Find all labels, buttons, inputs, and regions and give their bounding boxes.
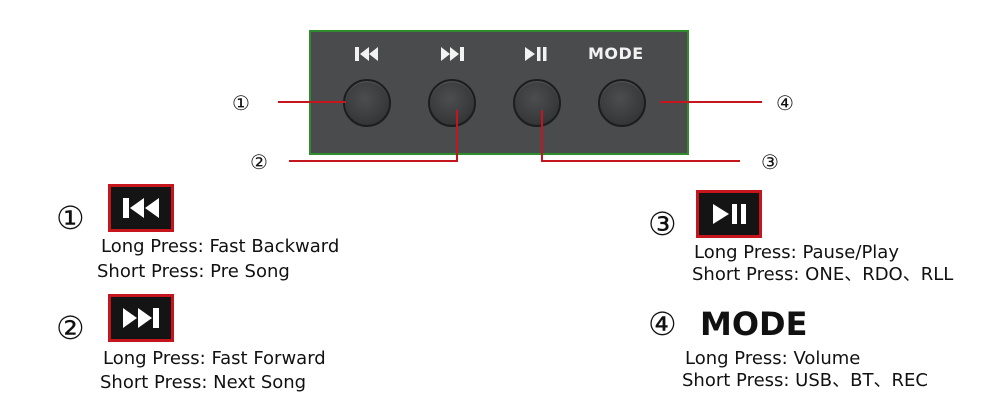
- play-pause-icon: [525, 47, 547, 61]
- callout-line-1: [278, 101, 346, 103]
- previous-button[interactable]: [343, 79, 391, 127]
- legend-3-short-press: Short Press: ONE、RDO、RLL: [692, 264, 954, 285]
- legend-number-2: ②: [56, 309, 85, 347]
- legend-4-short-press: Short Press: USB、BT、REC: [682, 370, 928, 391]
- legend-1-short-press: Short Press: Pre Song: [97, 261, 290, 282]
- callout-line-4: [660, 101, 762, 103]
- legend-2-short-press: Short Press: Next Song: [100, 372, 307, 393]
- legend-number-3: ③: [648, 205, 677, 243]
- previous-icon: [355, 47, 378, 61]
- play-pause-icon: [713, 204, 746, 224]
- callout-number-2: ②: [250, 150, 268, 174]
- next-button[interactable]: [428, 79, 476, 127]
- callout-line-3-vertical: [541, 110, 543, 162]
- mode-button[interactable]: [598, 79, 646, 127]
- legend-play-pause-tile: [696, 190, 762, 238]
- legend-number-1: ①: [56, 199, 85, 237]
- callout-number-3: ③: [761, 150, 779, 174]
- legend-3-long-press: Long Press: Pause/Play: [694, 242, 899, 263]
- callout-line-2-vertical: [456, 110, 458, 162]
- legend-previous-tile: [108, 184, 174, 232]
- legend-4-long-press: Long Press: Volume: [685, 348, 861, 369]
- callout-number-1: ①: [232, 91, 250, 115]
- legend-number-4: ④: [648, 305, 677, 343]
- legend-mode-title: MODE: [700, 305, 808, 343]
- callout-line-2-horizontal: [289, 160, 457, 162]
- next-icon: [123, 308, 159, 328]
- legend-next-tile: [108, 294, 174, 342]
- legend-1-long-press: Long Press: Fast Backward: [101, 236, 340, 257]
- previous-icon: [123, 198, 159, 218]
- play-pause-button[interactable]: [513, 79, 561, 127]
- callout-number-4: ④: [776, 91, 794, 115]
- callout-line-3-horizontal: [541, 160, 740, 162]
- legend-2-long-press: Long Press: Fast Forward: [103, 348, 326, 369]
- mode-label: MODE: [588, 44, 644, 63]
- next-icon: [441, 47, 464, 61]
